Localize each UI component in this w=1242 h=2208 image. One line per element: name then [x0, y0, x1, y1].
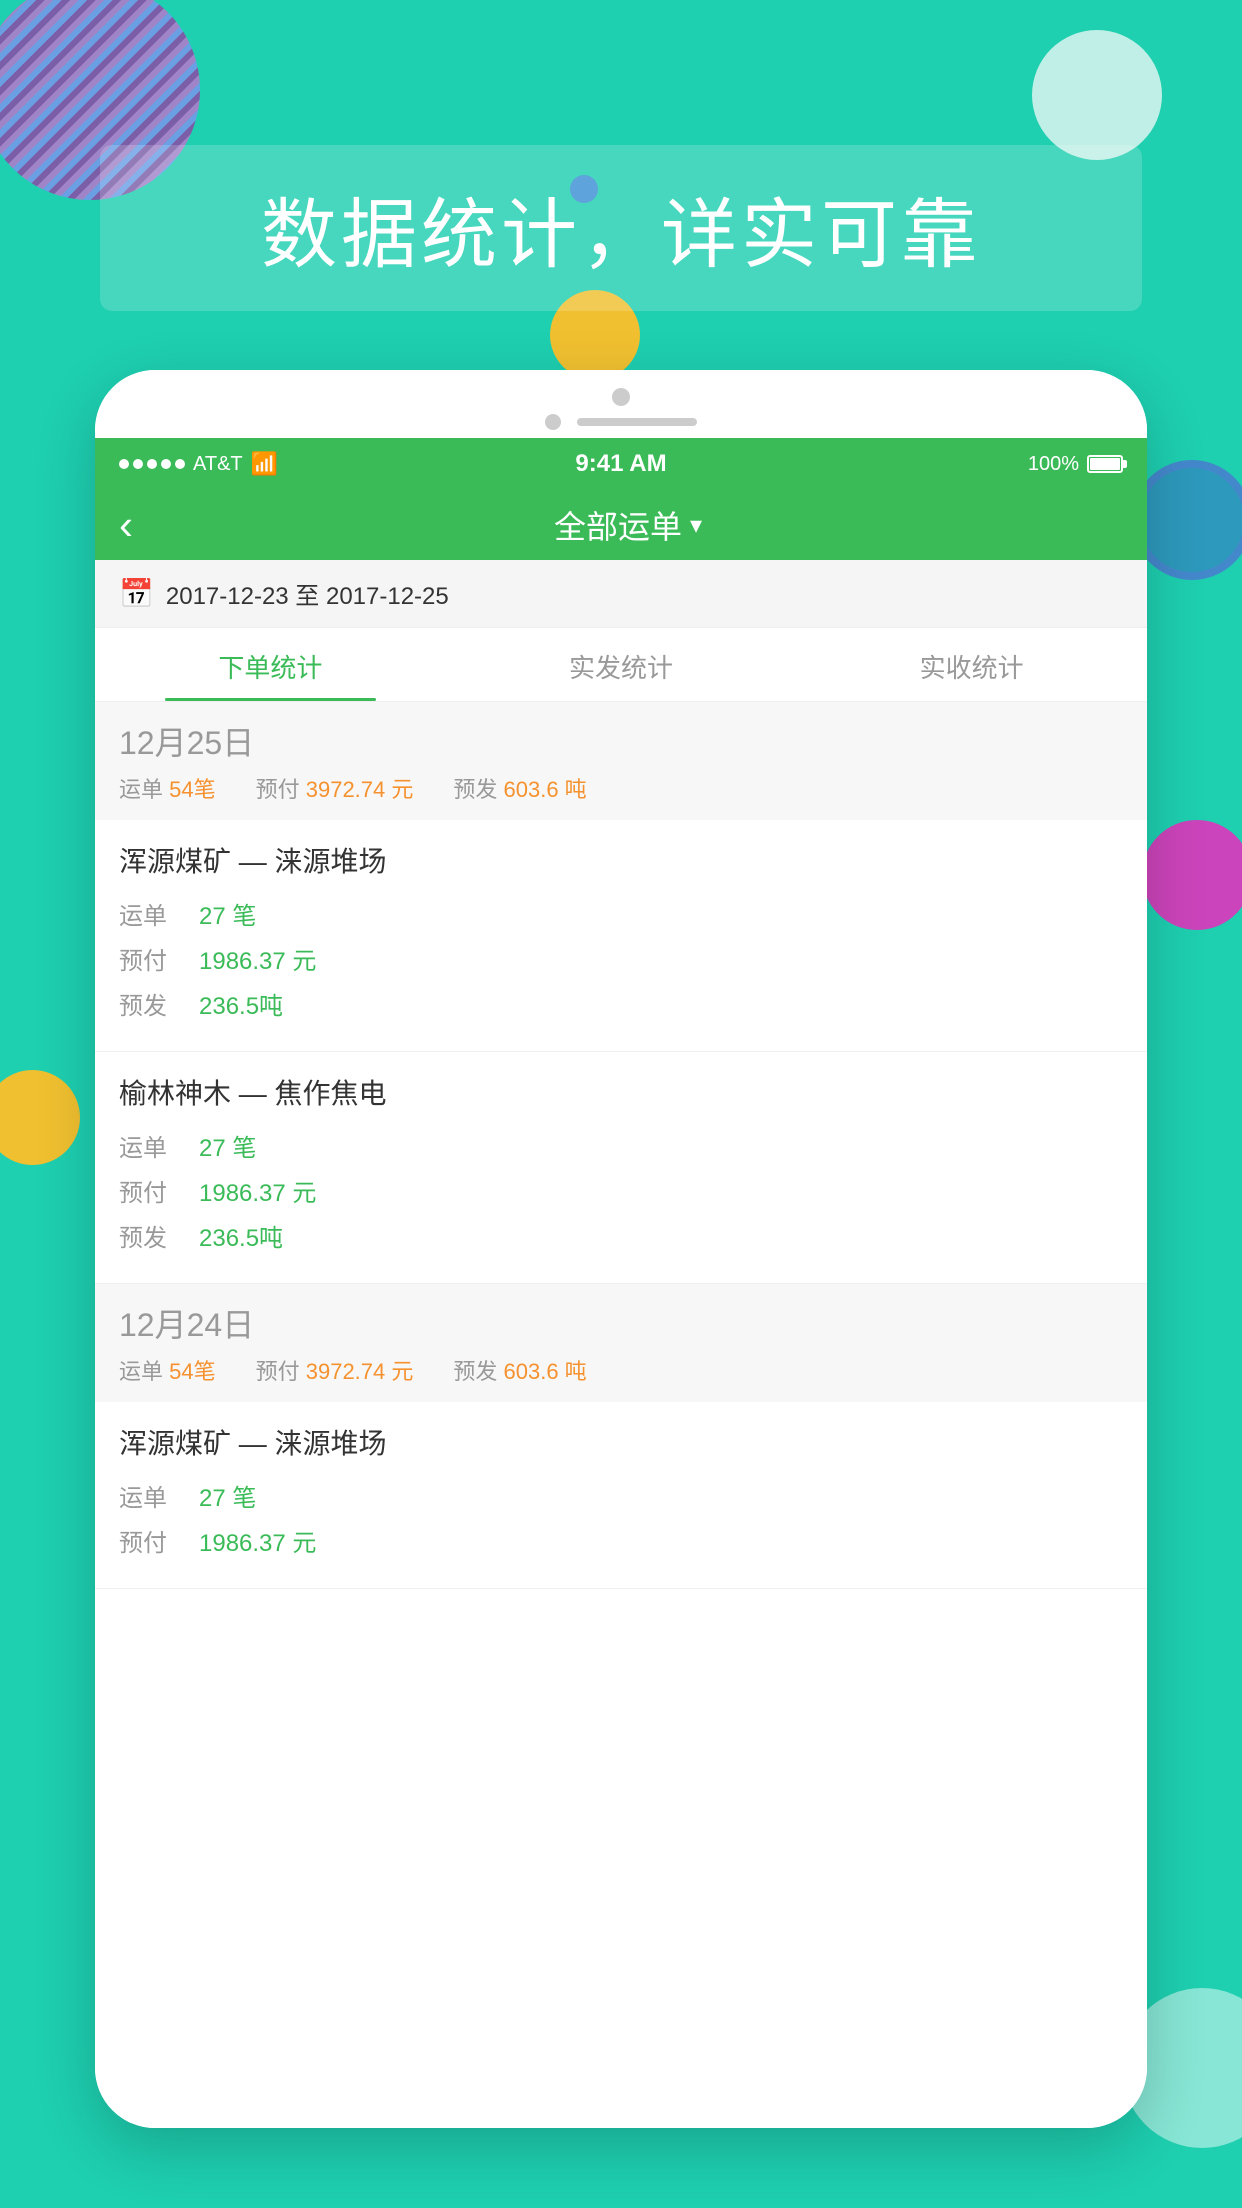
status-left: AT&T 📶	[119, 451, 278, 477]
orders-label-1: 运单	[119, 896, 199, 931]
date-filter[interactable]: 📅 2017-12-23 至 2017-12-25	[95, 560, 1147, 628]
route-group-1: 浑源煤矿 — 涞源堆场 运单 27 笔 预付 1986.37 元 预发 236.…	[95, 820, 1147, 1052]
dropdown-arrow-icon[interactable]: ▾	[690, 511, 702, 540]
prepay-value-2: 1986.37 元	[199, 1173, 316, 1208]
phone-top-indicators	[95, 370, 1147, 438]
back-button[interactable]: ‹	[119, 501, 133, 549]
route-title-1: 浑源煤矿 — 涞源堆场	[119, 840, 1123, 880]
route-stat-orders-2: 运单 27 笔	[119, 1128, 1123, 1163]
tab-actual-receive[interactable]: 实收统计	[796, 628, 1147, 701]
header-banner: 数据统计，详实可靠	[100, 145, 1142, 311]
signal-dots	[119, 459, 185, 469]
signal-dot-5	[175, 459, 185, 469]
nav-title: 全部运单 ▾	[133, 502, 1123, 548]
preship-label-1: 预发	[119, 986, 199, 1021]
preship-value-1: 236.5吨	[199, 986, 283, 1021]
orders-label-3: 运单	[119, 1478, 199, 1513]
phone-bar	[577, 418, 697, 426]
route-stat-prepay-2: 预付 1986.37 元	[119, 1173, 1123, 1208]
carrier-label: AT&T	[193, 453, 243, 476]
route-stat-orders-3: 运单 27 笔	[119, 1478, 1123, 1513]
tabs-bar: 下单统计 实发统计 实收统计	[95, 628, 1147, 702]
status-bar: AT&T 📶 9:41 AM 100%	[95, 438, 1147, 490]
prepay-label-1: 预付	[119, 941, 199, 976]
route-stat-preship-2: 预发 236.5吨	[119, 1218, 1123, 1253]
signal-dot-3	[147, 459, 157, 469]
signal-dot-4	[161, 459, 171, 469]
day-summary-prepay-value: 3972.74 元	[306, 777, 414, 802]
prepay-label-3: 预付	[119, 1523, 199, 1558]
phone-dots-bar	[545, 414, 697, 430]
day-summary-orders-value: 54笔	[169, 777, 215, 802]
content-area: 12月25日 运单 54笔 预付 3972.74 元 预发 603.6 吨 浑源…	[95, 702, 1147, 2128]
day-summary-prepay-label-2: 预付 3972.74 元	[256, 1354, 414, 1386]
orders-value-1: 27 笔	[199, 896, 256, 931]
decorative-circle-blue-right	[1132, 460, 1242, 580]
day-header-dec25: 12月25日 运单 54笔 预付 3972.74 元 预发 603.6 吨	[95, 702, 1147, 820]
battery-icon	[1087, 455, 1123, 473]
decorative-circle-yellow-left	[0, 1070, 80, 1165]
phone-camera	[612, 388, 630, 406]
prepay-value-3: 1986.37 元	[199, 1523, 316, 1558]
nav-bar: ‹ 全部运单 ▾	[95, 490, 1147, 560]
day-summary-orders-label: 运单 54笔	[119, 772, 216, 804]
orders-label-2: 运单	[119, 1128, 199, 1163]
preship-value-2: 236.5吨	[199, 1218, 283, 1253]
day-title-dec25: 12月25日	[119, 718, 1123, 764]
route-stat-orders-1: 运单 27 笔	[119, 896, 1123, 931]
day-summary-prepay-value-2: 3972.74 元	[306, 1359, 414, 1384]
decorative-circle-white	[1032, 30, 1162, 160]
day-title-dec24: 12月24日	[119, 1300, 1123, 1346]
route-title-3: 浑源煤矿 — 涞源堆场	[119, 1422, 1123, 1462]
status-time: 9:41 AM	[575, 450, 666, 478]
orders-value-3: 27 笔	[199, 1478, 256, 1513]
day-summary-preship-value-2: 603.6 吨	[504, 1359, 587, 1384]
day-summary-dec24: 运单 54笔 预付 3972.74 元 预发 603.6 吨	[119, 1354, 1123, 1394]
route-title-2: 榆林神木 — 焦作焦电	[119, 1072, 1123, 1112]
phone-mockup: AT&T 📶 9:41 AM 100% ‹ 全部运单 ▾ 📅 2017-12-2…	[95, 370, 1147, 2128]
day-summary-preship-value: 603.6 吨	[504, 777, 587, 802]
route-stat-prepay-1: 预付 1986.37 元	[119, 941, 1123, 976]
date-range-text: 2017-12-23 至 2017-12-25	[166, 576, 449, 611]
day-summary-orders-value-2: 54笔	[169, 1359, 215, 1384]
status-right: 100%	[1028, 453, 1123, 476]
route-stat-prepay-3: 预付 1986.37 元	[119, 1523, 1123, 1558]
prepay-label-2: 预付	[119, 1173, 199, 1208]
prepay-value-1: 1986.37 元	[199, 941, 316, 976]
calendar-icon: 📅	[119, 577, 154, 610]
route-group-2: 榆林神木 — 焦作焦电 运单 27 笔 预付 1986.37 元 预发 236.…	[95, 1052, 1147, 1284]
nav-title-text: 全部运单	[554, 502, 682, 548]
orders-value-2: 27 笔	[199, 1128, 256, 1163]
route-stat-preship-1: 预发 236.5吨	[119, 986, 1123, 1021]
day-summary-prepay-label: 预付 3972.74 元	[256, 772, 414, 804]
day-header-dec24: 12月24日 运单 54笔 预付 3972.74 元 预发 603.6 吨	[95, 1284, 1147, 1402]
day-summary-preship-label-2: 预发 603.6 吨	[453, 1354, 586, 1386]
day-summary-orders-label-2: 运单 54笔	[119, 1354, 216, 1386]
tab-actual-ship[interactable]: 实发统计	[446, 628, 797, 701]
route-group-3: 浑源煤矿 — 涞源堆场 运单 27 笔 预付 1986.37 元	[95, 1402, 1147, 1589]
day-summary-preship-label: 预发 603.6 吨	[453, 772, 586, 804]
tab-place-order[interactable]: 下单统计	[95, 628, 446, 701]
signal-dot-2	[133, 459, 143, 469]
header-title: 数据统计，详实可靠	[261, 193, 981, 278]
day-section-dec24: 12月24日 运单 54笔 预付 3972.74 元 预发 603.6 吨 浑源…	[95, 1284, 1147, 1589]
day-summary-dec25: 运单 54笔 预付 3972.74 元 预发 603.6 吨	[119, 772, 1123, 812]
phone-dot	[545, 414, 561, 430]
decorative-circle-purple	[1142, 820, 1242, 930]
wifi-icon: 📶	[251, 451, 278, 477]
battery-percentage: 100%	[1028, 453, 1079, 476]
preship-label-2: 预发	[119, 1218, 199, 1253]
signal-dot-1	[119, 459, 129, 469]
day-section-dec25: 12月25日 运单 54笔 预付 3972.74 元 预发 603.6 吨 浑源…	[95, 702, 1147, 1284]
